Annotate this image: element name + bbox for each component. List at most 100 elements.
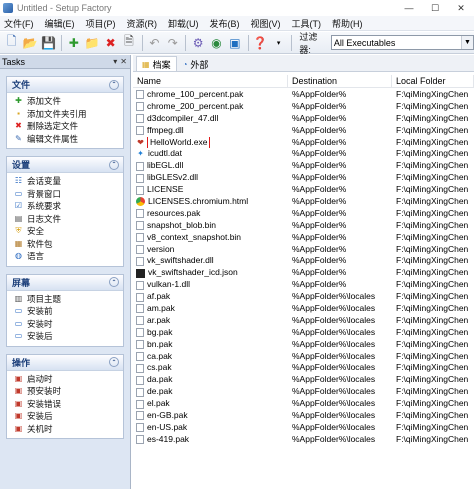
edit-properties-icon[interactable]: 🗎 <box>120 34 137 52</box>
table-row[interactable]: vk_swiftshader.dll %AppFolder% F:\qiMingXi… <box>133 255 474 267</box>
menu-tools[interactable]: 工具(T) <box>292 17 322 30</box>
task-group-header[interactable]: 操作 ⌃ <box>7 354 123 371</box>
close-icon[interactable]: ✕ <box>120 57 127 66</box>
table-row[interactable]: ffmpeg.dll %AppFolder% F:\qiMingXingChen <box>133 125 474 137</box>
task-group-header[interactable]: 文件 ⌃ <box>7 77 123 93</box>
help-icon[interactable]: ❓ <box>252 34 269 52</box>
collapse-chevron-icon[interactable]: ⌃ <box>109 357 119 367</box>
task-log-file[interactable]: ▤ 日志文件 <box>7 213 123 226</box>
table-row[interactable]: ✦ icudtl.dat %AppFolder% F:\qiMingXingChen <box>133 148 474 160</box>
menu-uninstall[interactable]: 卸载(U) <box>168 17 199 30</box>
table-row[interactable]: vk_swiftshader_icd.json %AppFolder% F:\qiM… <box>133 267 474 279</box>
table-row[interactable]: af.pak %AppFolder%\locales F:\qiMingXingCh… <box>133 291 474 303</box>
task-group-title: 操作 <box>12 357 31 368</box>
task-background-window[interactable]: ▭ 背景窗口 <box>7 188 123 201</box>
tab-archive[interactable]: ▦ 档案 <box>136 56 177 71</box>
menu-project[interactable]: 项目(P) <box>86 17 116 30</box>
table-row[interactable]: d3dcompiler_47.dll %AppFolder% F:\qiMingXi… <box>133 113 474 125</box>
column-name[interactable]: Name <box>133 75 288 87</box>
table-row[interactable]: LICENSES.chromium.html %AppFolder% F:\qiMi… <box>133 196 474 208</box>
new-icon[interactable]: 🗋 <box>3 34 20 52</box>
filter-select[interactable]: All Executables ▼ <box>330 35 474 50</box>
task-screens-during-install[interactable]: ▭ 安装时 <box>7 318 123 331</box>
file-name: cs.pak <box>147 362 172 373</box>
undo-icon[interactable]: ↶ <box>146 34 163 52</box>
close-button[interactable]: ✕ <box>448 0 474 16</box>
task-security[interactable]: ⛨ 安全 <box>7 225 123 238</box>
save-icon[interactable]: 💾 <box>40 34 57 52</box>
collapse-chevron-icon[interactable]: ⌃ <box>109 79 119 90</box>
table-row[interactable]: ca.pak %AppFolder%\locales F:\qiMingXingCh… <box>133 351 474 363</box>
menu-publish[interactable]: 发布(B) <box>210 17 240 30</box>
collapse-chevron-icon[interactable]: ⌃ <box>109 159 119 170</box>
table-row[interactable]: bn.pak %AppFolder%\locales F:\qiMingXingCh… <box>133 339 474 351</box>
column-destination[interactable]: Destination <box>288 75 392 87</box>
task-edit-file-properties[interactable]: ✎ 编辑文件属性 <box>7 133 123 146</box>
add-file-icon[interactable]: ✚ <box>65 34 82 52</box>
menu-view[interactable]: 视图(V) <box>251 17 281 30</box>
task-add-file[interactable]: ✚ 添加文件 <box>7 95 123 108</box>
collapse-chevron-icon[interactable]: ⌃ <box>109 277 119 287</box>
remove-icon[interactable]: ✖ <box>102 34 119 52</box>
task-on-pre-install[interactable]: ▣ 预安装时 <box>7 385 123 398</box>
build-icon[interactable]: ◉ <box>208 34 225 52</box>
table-row[interactable]: bg.pak %AppFolder%\locales F:\qiMingXingCh… <box>133 327 474 339</box>
table-row[interactable]: ar.pak %AppFolder%\locales F:\qiMingXingCh… <box>133 315 474 327</box>
destination-cell: %AppFolder% <box>292 148 347 159</box>
table-row[interactable]: libGLESv2.dll %AppFolder% F:\qiMingXingChe… <box>133 172 474 184</box>
chevron-down-icon[interactable]: ▼ <box>460 36 473 49</box>
table-row[interactable]: vulkan-1.dll %AppFolder% F:\qiMingXingChen <box>133 279 474 291</box>
task-group-header[interactable]: 屏幕 ⌃ <box>7 274 123 291</box>
archive-icon: ▦ <box>142 59 150 69</box>
file-icon <box>136 423 144 433</box>
table-row[interactable]: es-419.pak %AppFolder%\locales F:\qiMingXi… <box>133 434 474 446</box>
task-screens-after-install[interactable]: ▭ 安装后 <box>7 330 123 343</box>
table-row[interactable]: chrome_200_percent.pak %AppFolder% F:\qiMi… <box>133 101 474 113</box>
pin-icon[interactable]: ▾ <box>113 57 117 66</box>
task-project-theme[interactable]: ▥ 项目主题 <box>7 293 123 306</box>
table-row[interactable]: resources.pak %AppFolder% F:\qiMingXingChe… <box>133 208 474 220</box>
table-row[interactable]: libEGL.dll %AppFolder% F:\qiMingXingChen <box>133 160 474 172</box>
redo-icon[interactable]: ↷ <box>164 34 181 52</box>
menu-edit[interactable]: 编辑(E) <box>45 17 75 30</box>
tab-external[interactable]: ◔ 外部 <box>177 56 215 71</box>
table-row[interactable]: en-GB.pak %AppFolder%\locales F:\qiMingXin… <box>133 410 474 422</box>
destination-cell: %AppFolder% <box>292 243 347 254</box>
table-row[interactable]: cs.pak %AppFolder%\locales F:\qiMingXingCh… <box>133 362 474 374</box>
task-screens-before-install[interactable]: ▭ 安装前 <box>7 305 123 318</box>
task-group-header[interactable]: 设置 ⌃ <box>7 157 123 173</box>
task-packages[interactable]: ▦ 软件包 <box>7 238 123 251</box>
table-row[interactable]: LICENSE %AppFolder% F:\qiMingXingChen <box>133 184 474 196</box>
table-row[interactable]: version %AppFolder% F:\qiMingXingChen <box>133 244 474 256</box>
table-row[interactable]: el.pak %AppFolder%\locales F:\qiMingXingCh… <box>133 398 474 410</box>
add-folder-icon[interactable]: 📁 <box>84 34 101 52</box>
table-row[interactable]: en-US.pak %AppFolder%\locales F:\qiMingXin… <box>133 422 474 434</box>
table-row[interactable]: chrome_100_percent.pak %AppFolder% F:\qiMi… <box>133 89 474 101</box>
publish-icon[interactable]: ▣ <box>226 34 243 52</box>
minimize-button[interactable]: — <box>396 0 422 16</box>
table-row[interactable]: ❤ HelloWorld.exe %AppFolder% F:\qiMingXingC… <box>133 136 474 149</box>
settings-icon[interactable]: ⚙ <box>189 34 206 52</box>
table-row[interactable]: da.pak %AppFolder%\locales F:\qiMingXingCh… <box>133 374 474 386</box>
column-local-folder[interactable]: Local Folder <box>392 75 474 87</box>
table-row[interactable]: snapshot_blob.bin %AppFolder% F:\qiMingXin… <box>133 220 474 232</box>
task-on-shutdown[interactable]: ▣ 关机时 <box>7 423 123 436</box>
dropdown-arrow-icon[interactable]: ▾ <box>270 34 287 52</box>
task-remove-selected[interactable]: ✖ 删除选定文件 <box>7 120 123 133</box>
file-icon <box>136 280 144 290</box>
table-row[interactable]: v8_context_snapshot.bin %AppFolder% F:\qiM… <box>133 232 474 244</box>
menu-resources[interactable]: 资源(R) <box>127 17 158 30</box>
table-row[interactable]: am.pak %AppFolder%\locales F:\qiMingXingCh… <box>133 303 474 315</box>
task-session-variables[interactable]: ☷ 会话变量 <box>7 175 123 188</box>
task-on-post-install[interactable]: ▣ 安装后 <box>7 410 123 423</box>
task-add-folder-reference[interactable]: ▪ 添加文件夹引用 <box>7 108 123 121</box>
task-languages[interactable]: ◍ 语言 <box>7 250 123 263</box>
table-row[interactable]: de.pak %AppFolder%\locales F:\qiMingXingCh… <box>133 386 474 398</box>
menu-help[interactable]: 帮助(H) <box>332 17 363 30</box>
task-system-requirements[interactable]: ☑ 系统要求 <box>7 200 123 213</box>
open-folder-icon[interactable]: 📂 <box>21 34 38 52</box>
task-on-install-error[interactable]: ▣ 安装错误 <box>7 398 123 411</box>
maximize-button[interactable]: ☐ <box>422 0 448 16</box>
menu-file[interactable]: 文件(F) <box>4 17 34 30</box>
task-on-startup[interactable]: ▣ 启动时 <box>7 373 123 386</box>
